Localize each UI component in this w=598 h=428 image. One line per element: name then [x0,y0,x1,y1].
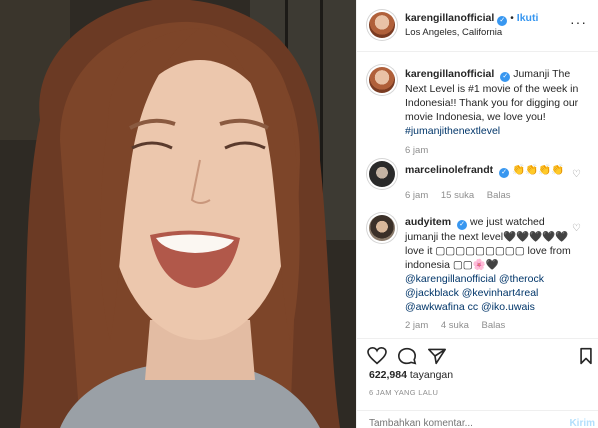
comment-reply-button[interactable]: Balas [482,320,506,331]
separator-dot: • [510,13,514,24]
post-header: karengillanofficial ✓ • Ikuti Los Angeles, … [357,0,598,52]
view-count-number: 622,984 [369,369,407,381]
verified-icon: ✓ [497,16,508,26]
verified-icon: ✓ [500,72,511,82]
comment-mentions[interactable]: @awkwafina cc @iko.uwais [405,301,535,313]
comment-age[interactable]: 6 jam [405,190,428,201]
view-count-label: tayangan [409,369,454,381]
comment-like-count[interactable]: 15 suka [441,190,474,201]
post-sidebar: karengillanofficial ✓ • Ikuti Los Angeles, … [356,0,598,428]
author-username[interactable]: karengillanofficial [405,12,494,24]
author-avatar[interactable] [369,12,395,38]
share-icon[interactable] [427,347,447,365]
like-icon[interactable] [367,347,387,365]
follow-button[interactable]: Ikuti [517,12,539,24]
comment-username[interactable]: marcelinolefrandt [405,164,493,176]
caption-text: karengillanofficial ✓ Jumanji The Next Le… [405,67,591,138]
post-location[interactable]: Los Angeles, California [405,27,502,38]
caption-hashtag[interactable]: #jumanjithenextlevel [405,125,500,137]
verified-icon: ✓ [499,168,510,178]
comment-username[interactable]: audyitem [405,216,451,228]
comment-age[interactable]: 2 jam [405,320,428,331]
header-name-row: karengillanofficial ✓ • Ikuti [405,12,538,26]
caption-username[interactable]: karengillanofficial [405,68,494,80]
comment-body: 👏👏👏👏 [512,164,565,176]
comment-avatar[interactable] [369,161,395,187]
comment-avatar[interactable] [369,215,395,241]
comment-like-icon[interactable]: ♡ [572,169,581,180]
comment-composer: Kirim [357,410,598,428]
comment-like-icon[interactable]: ♡ [572,223,581,234]
more-options-icon[interactable]: ··· [570,14,587,30]
comment-mentions[interactable]: @karengillanofficial @therock [405,273,544,285]
comment-text: audyitem ✓ we just watched jumanji the ne… [405,215,571,314]
comment-meta: 2 jam 4 suka Balas [405,320,515,331]
post-video[interactable] [0,0,356,428]
post-comment-button[interactable]: Kirim [569,418,595,428]
comment-input[interactable] [369,418,549,428]
comments-list: karengillanofficial ✓ Jumanji The Next Le… [357,53,598,335]
comment-mentions[interactable]: @jackblack @kevinhart4real [405,287,538,299]
comment-meta: 6 jam 15 suka Balas [405,190,521,201]
caption-meta: 6 jam [405,145,438,156]
caption-age[interactable]: 6 jam [405,145,428,156]
caption-avatar[interactable] [369,67,395,93]
verified-icon: ✓ [457,220,468,230]
comment-icon[interactable] [397,347,417,365]
action-bar [357,338,598,368]
video-frame-illustration [0,0,356,428]
comment-reply-button[interactable]: Balas [487,190,511,201]
view-count[interactable]: 622,984 tayangan [369,369,453,381]
bookmark-icon[interactable] [579,347,593,365]
comment-like-count[interactable]: 4 suka [441,320,469,331]
post-timestamp[interactable]: 6 JAM YANG LALU [369,388,438,397]
comment-text: marcelinolefrandt ✓ 👏👏👏👏 [405,163,575,178]
